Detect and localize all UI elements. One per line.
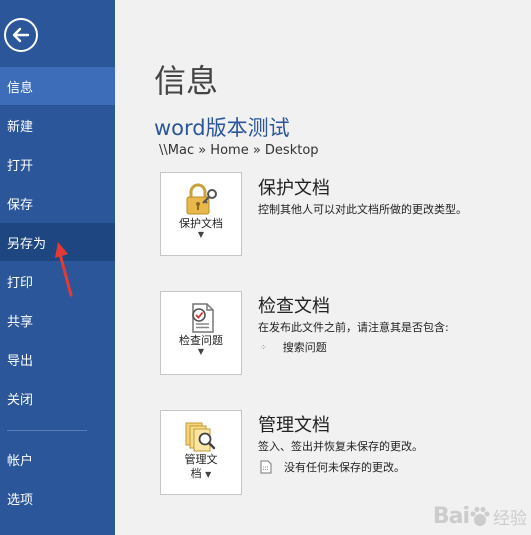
- inspect-document-description: 在发布此文件之前，请注意其是否包含:: [258, 321, 449, 334]
- nav-account[interactable]: 帐户: [0, 440, 115, 478]
- page-title: 信息: [154, 62, 219, 100]
- nav-new[interactable]: 新建: [0, 106, 115, 144]
- chevron-down-icon: ▼: [197, 230, 205, 239]
- nav-info[interactable]: 信息: [0, 67, 115, 105]
- document-icon: [260, 460, 272, 474]
- manage-sub-item: 没有任何未保存的更改。: [260, 459, 405, 475]
- manage-document-button[interactable]: 管理文 档 ▼: [160, 410, 242, 495]
- nav-share[interactable]: 共享: [0, 301, 115, 339]
- document-path: \\Mac » Home » Desktop: [159, 143, 319, 158]
- check-issues-button[interactable]: 检查问题 ▼: [160, 291, 242, 375]
- inspect-sub-item: ⁘ 搜索问题: [260, 341, 327, 354]
- manage-document-title: 管理文档: [258, 415, 330, 436]
- protect-document-title: 保护文档: [258, 178, 330, 199]
- chevron-down-icon: ▼: [205, 470, 212, 479]
- lock-icon: [186, 183, 217, 215]
- nav-open[interactable]: 打开: [0, 145, 115, 183]
- nav-export[interactable]: 导出: [0, 340, 115, 378]
- chevron-down-icon: ▼: [197, 347, 205, 356]
- back-arrow-icon: [12, 27, 30, 43]
- paw-logo-icon: [470, 506, 490, 526]
- protect-document-button[interactable]: 保护文档 ▼: [160, 172, 242, 256]
- back-button[interactable]: [4, 18, 38, 52]
- baidu-jingyan-watermark: Bai 经验: [432, 504, 527, 529]
- manage-versions-icon: [185, 422, 216, 452]
- bullet-icon: ⁘: [260, 342, 267, 352]
- protect-document-description: 控制其他人可以对此文档所做的更改类型。: [258, 203, 467, 216]
- nav-options[interactable]: 选项: [0, 479, 115, 517]
- main-panel: 信息 word版本测试 \\Mac » Home » Desktop 保护文档 …: [115, 0, 531, 535]
- red-arrow-annotation: [55, 242, 73, 297]
- inspect-document-title: 检查文档: [258, 296, 330, 317]
- nav-save[interactable]: 保存: [0, 184, 115, 222]
- manage-document-description: 签入、签出并恢复未保存的更改。: [258, 440, 423, 453]
- nav-divider: [7, 430, 87, 431]
- nav-close[interactable]: 关闭: [0, 379, 115, 417]
- document-title: word版本测试: [154, 116, 290, 140]
- inspect-icon: [192, 303, 214, 333]
